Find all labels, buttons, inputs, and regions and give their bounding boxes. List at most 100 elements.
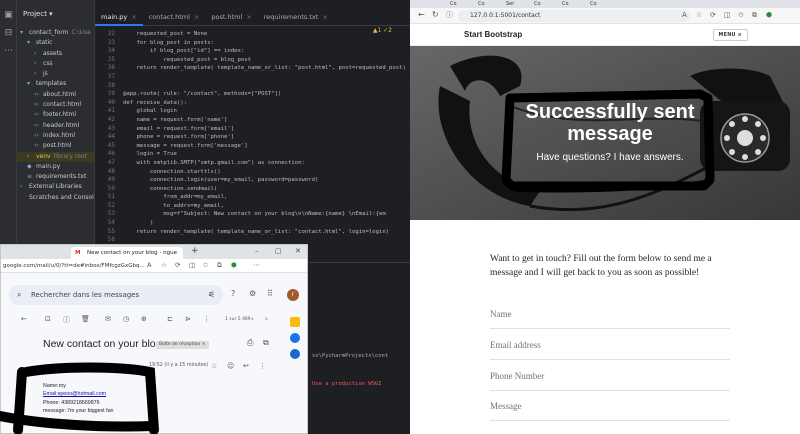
more-icon[interactable]: ⋯ (0, 42, 17, 60)
more-actions-icon[interactable]: ⋮ (259, 362, 266, 370)
editor-tab[interactable]: post.html × (205, 8, 257, 26)
task-icon[interactable]: ⊕ (141, 315, 147, 323)
contacts-icon[interactable] (290, 349, 300, 359)
tree-item-label: css (43, 59, 53, 67)
gmail-address-bar[interactable]: google.com/mail/u/0/?tt=de#inbox/FMfcgzG… (3, 261, 145, 271)
help-icon[interactable]: ? (231, 289, 235, 298)
delete-icon[interactable]: 🗑 (81, 315, 90, 323)
split-screen-icon[interactable]: ◫ (724, 11, 731, 19)
browser-tab[interactable]: Co (590, 0, 597, 8)
phone-field[interactable]: Phone Number (490, 371, 730, 391)
reload-alt-icon[interactable]: ⟳ (710, 11, 716, 19)
tab-close-icon[interactable]: × (194, 13, 199, 21)
tree-item[interactable]: ▾ static (17, 38, 94, 48)
site-brand[interactable]: Start Bootstrap (464, 30, 522, 39)
tree-item[interactable]: ◆ main.py (17, 162, 94, 172)
tab-close-icon[interactable]: × (322, 13, 327, 21)
archive-icon[interactable]: ⊡ (45, 315, 51, 323)
tree-item[interactable]: › External Libraries (17, 182, 94, 192)
folder-icon[interactable]: ▣ (0, 6, 17, 24)
favorites-icon[interactable]: ✩ (738, 11, 744, 19)
tree-item[interactable]: ▾ templates (17, 79, 94, 89)
minimize-icon[interactable]: – (255, 247, 259, 255)
move-icon[interactable]: ⊏ (167, 315, 173, 323)
mail-icon[interactable]: ✉ (105, 315, 111, 323)
favorites-icon[interactable]: ✩ (203, 261, 208, 269)
recipient-line[interactable]: À moi ▾ (43, 371, 60, 376)
more-actions-icon[interactable]: ⋮ (203, 315, 210, 323)
reload-icon[interactable]: ↻ (432, 10, 439, 19)
read-aloud-icon[interactable]: A (147, 261, 151, 269)
browser-tab[interactable]: Co (562, 0, 569, 8)
search-options-icon[interactable]: ⚟ (208, 285, 215, 305)
extension-icon[interactable]: ⬢ (766, 11, 772, 19)
browser-tab[interactable]: Co (450, 0, 457, 8)
tab-close-icon[interactable]: × (246, 13, 251, 21)
print-icon[interactable]: ⎙ (247, 338, 253, 348)
avatar[interactable]: r (287, 289, 299, 301)
tree-item[interactable]: › js (17, 69, 94, 79)
message-field[interactable]: Message (490, 401, 730, 421)
reload-icon[interactable]: ⟳ (175, 261, 180, 269)
inbox-label[interactable]: Boîte de réception × (156, 341, 209, 349)
mail-search-input[interactable]: ⌕ Rechercher dans les messages ⚟ (9, 285, 223, 305)
tree-item[interactable]: › assets (17, 49, 94, 59)
editor-tab[interactable]: requirements.txt × (258, 8, 334, 26)
tree-item[interactable]: ‹› header.html (17, 121, 94, 131)
prev-icon[interactable]: ‹ (251, 315, 254, 323)
editor-tab[interactable]: main.py × (95, 8, 143, 26)
split-screen-icon[interactable]: ◫ (189, 261, 195, 269)
gmail-tab[interactable]: M New contact on your blog - ngue (71, 247, 183, 259)
favorite-icon[interactable]: ☆ (161, 261, 167, 269)
report-icon[interactable]: ⓘ (63, 315, 70, 325)
address-bar[interactable]: 127.0.0.1:5001/contact (458, 10, 690, 22)
browser-tab[interactable]: Co (534, 0, 541, 8)
tree-item[interactable]: › css (17, 59, 94, 69)
tree-item-label: index.html (43, 131, 75, 139)
editor-tab[interactable]: contact.html × (143, 8, 206, 26)
gear-icon[interactable]: ⚙ (249, 289, 256, 298)
tree-item[interactable]: ‹› contact.html (17, 100, 94, 110)
structure-icon[interactable]: ⊟ (0, 24, 17, 42)
tree-item[interactable]: ‹› footer.html (17, 110, 94, 120)
tree-item[interactable]: Scratches and Consoles (17, 193, 94, 203)
more-icon[interactable]: ⋯ (253, 261, 260, 269)
new-tab-icon[interactable]: + (191, 246, 199, 256)
close-icon[interactable]: ✕ (295, 247, 301, 255)
browser-tab[interactable]: Ser (506, 0, 514, 8)
extension-icon[interactable]: ⬢ (231, 261, 237, 269)
gmail-tab-strip: M New contact on your blog - ngue + – ▢ … (1, 245, 307, 259)
star-icon[interactable]: ☆ (211, 362, 217, 370)
tree-item[interactable]: ‹› about.html (17, 90, 94, 100)
label-icon[interactable]: ⊳ (185, 315, 191, 323)
tree-item[interactable]: ≡ requirements.txt (17, 172, 94, 182)
tree-item[interactable]: › venv library root (17, 151, 94, 162)
apps-icon[interactable]: ⠿ (267, 289, 273, 298)
tasks-icon[interactable] (290, 333, 300, 343)
collections-icon[interactable]: ⧉ (217, 261, 222, 270)
search-icon[interactable]: ⌕ (17, 285, 21, 305)
maximize-icon[interactable]: ▢ (275, 247, 282, 255)
tree-item[interactable]: ▾ contact_form C:\Use (17, 28, 94, 38)
browser-tab[interactable]: Co (478, 0, 485, 8)
favorite-icon[interactable]: ☆ (696, 11, 702, 19)
emoji-icon[interactable]: ☺ (227, 362, 234, 370)
body-email-link[interactable]: Email:ayeoo@hotmail.com (43, 390, 114, 398)
open-new-window-icon[interactable]: ⧉ (263, 338, 269, 348)
email-field[interactable]: Email address (490, 340, 730, 360)
code-area[interactable]: requested_post = None for blog_post in p… (123, 30, 410, 245)
reply-icon[interactable]: ↩ (243, 362, 249, 370)
menu-button[interactable]: MENU ≡ (712, 29, 748, 41)
tree-item[interactable]: ‹› index.html (17, 131, 94, 141)
tree-item[interactable]: ‹› post.html (17, 141, 94, 151)
back-arrow-icon[interactable]: ← (21, 315, 27, 323)
collections-icon[interactable]: ⧉ (752, 11, 757, 20)
tab-close-icon[interactable]: × (131, 13, 136, 21)
next-icon[interactable]: › (265, 315, 268, 323)
read-aloud-icon[interactable]: A (682, 11, 687, 19)
project-panel-title[interactable]: Project ▾ (17, 0, 94, 28)
keep-icon[interactable] (290, 317, 300, 327)
back-icon[interactable]: ← (418, 10, 425, 19)
snooze-icon[interactable]: ◷ (123, 315, 129, 323)
name-field[interactable]: Name (490, 309, 730, 329)
